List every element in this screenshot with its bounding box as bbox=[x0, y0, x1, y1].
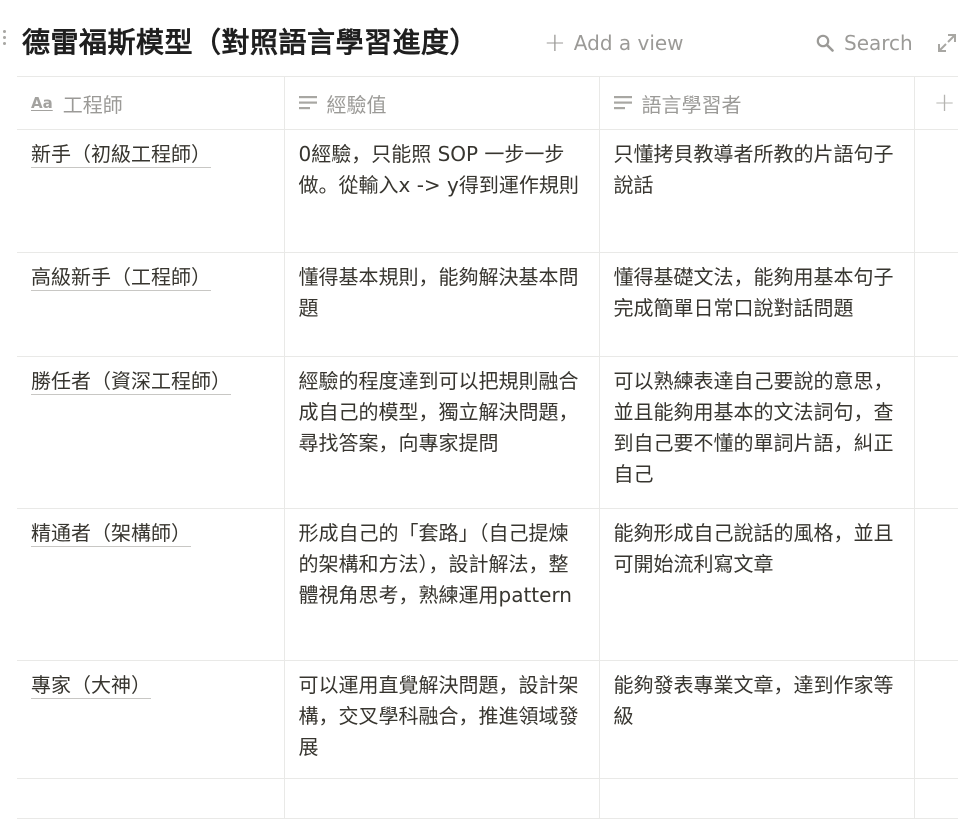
table-row[interactable]: 勝任者（資深工程師） 經驗的程度達到可以把規則融合成自己的模型，獨立解決問題，尋… bbox=[17, 356, 958, 509]
cell-experience[interactable]: 可以運用直覺解決問題，設計架構，交叉學科融合，推進領域發展 bbox=[283, 660, 600, 779]
cell-engineer[interactable]: 勝任者（資深工程師） bbox=[17, 356, 285, 509]
cell-experience[interactable] bbox=[283, 778, 600, 819]
cell-experience[interactable]: 0經驗，只能照 SOP 一步一步做。從輸入x -> y得到運作規則 bbox=[283, 129, 600, 253]
table-row-partial[interactable] bbox=[17, 778, 958, 819]
column-header-experience[interactable]: 經驗值 bbox=[283, 76, 600, 130]
add-column-button[interactable]: + bbox=[913, 76, 958, 130]
cell-learner[interactable]: 能夠發表專業文章，達到作家等級 bbox=[598, 660, 915, 779]
cell-empty bbox=[913, 129, 958, 253]
row-title[interactable]: 高級新手（工程師） bbox=[31, 265, 211, 291]
plus-icon: + bbox=[544, 28, 566, 58]
search-button[interactable]: Search bbox=[816, 28, 913, 58]
drag-handle-icon[interactable] bbox=[3, 30, 9, 54]
search-label: Search bbox=[844, 31, 913, 55]
add-view-label: Add a view bbox=[573, 31, 684, 55]
cell-empty bbox=[913, 252, 958, 357]
cell-learner[interactable]: 可以熟練表達自己要說的意思，並且能夠用基本的文法詞句，查到自己要不懂的單詞片語，… bbox=[598, 356, 915, 509]
cell-empty bbox=[913, 508, 958, 661]
expand-icon[interactable] bbox=[936, 32, 958, 54]
cell-learner[interactable] bbox=[598, 778, 915, 819]
table-row[interactable]: 高級新手（工程師） 懂得基本規則，能夠解決基本問題 懂得基礎文法，能夠用基本句子… bbox=[17, 252, 958, 357]
table-row[interactable]: 新手（初級工程師） 0經驗，只能照 SOP 一步一步做。從輸入x -> y得到運… bbox=[17, 129, 958, 253]
cell-empty bbox=[913, 778, 958, 819]
cell-empty bbox=[913, 660, 958, 779]
row-title[interactable]: 專家（大神） bbox=[31, 673, 151, 699]
cell-engineer[interactable]: 高級新手（工程師） bbox=[17, 252, 285, 357]
cell-learner[interactable]: 懂得基礎文法，能夠用基本句子完成簡單日常口說對話問題 bbox=[598, 252, 915, 357]
table-row[interactable]: 專家（大神） 可以運用直覺解決問題，設計架構，交叉學科融合，推進領域發展 能夠發… bbox=[17, 660, 958, 779]
cell-engineer[interactable]: 新手（初級工程師） bbox=[17, 129, 285, 253]
database-header: 德雷福斯模型（對照語言學習進度） + Add a view Search bbox=[0, 0, 958, 76]
database-table: Aa 工程師 經驗值 語言學習者 + 新手（初級工程師） 0經驗，只能照 SOP… bbox=[17, 76, 958, 819]
cell-learner[interactable]: 只懂拷貝教導者所教的片語句子說話 bbox=[598, 129, 915, 253]
column-header-label: 經驗值 bbox=[326, 92, 387, 117]
table-header-row: Aa 工程師 經驗值 語言學習者 + bbox=[17, 76, 958, 130]
cell-experience[interactable]: 形成自己的「套路」（自己提煉的架構和方法），設計解法，整體視角思考，熟練運用pa… bbox=[283, 508, 600, 661]
table-row[interactable]: 精通者（架構師） 形成自己的「套路」（自己提煉的架構和方法），設計解法，整體視角… bbox=[17, 508, 958, 661]
title-aa-icon: Aa bbox=[31, 94, 53, 112]
search-icon bbox=[816, 34, 834, 52]
page-title[interactable]: 德雷福斯模型（對照語言學習進度） bbox=[22, 24, 478, 62]
column-header-learner[interactable]: 語言學習者 bbox=[598, 76, 915, 130]
text-lines-icon bbox=[613, 96, 632, 110]
column-header-engineer[interactable]: Aa 工程師 bbox=[17, 76, 285, 130]
cell-engineer[interactable]: 專家（大神） bbox=[17, 660, 285, 779]
row-title[interactable]: 新手（初級工程師） bbox=[31, 142, 211, 168]
row-title[interactable]: 勝任者（資深工程師） bbox=[31, 369, 231, 395]
cell-engineer[interactable]: 精通者（架構師） bbox=[17, 508, 285, 661]
cell-engineer[interactable] bbox=[17, 778, 285, 819]
cell-experience[interactable]: 經驗的程度達到可以把規則融合成自己的模型，獨立解決問題，尋找答案，向專家提問 bbox=[283, 356, 600, 509]
column-header-label: 語言學習者 bbox=[641, 92, 742, 117]
cell-empty bbox=[913, 356, 958, 509]
cell-experience[interactable]: 懂得基本規則，能夠解決基本問題 bbox=[283, 252, 600, 357]
column-header-label: 工程師 bbox=[62, 92, 123, 117]
cell-learner[interactable]: 能夠形成自己說話的風格，並且可開始流利寫文章 bbox=[598, 508, 915, 661]
row-title[interactable]: 精通者（架構師） bbox=[31, 521, 191, 547]
plus-icon: + bbox=[933, 88, 956, 118]
text-lines-icon bbox=[298, 96, 317, 110]
add-view-button[interactable]: + Add a view bbox=[544, 28, 684, 58]
